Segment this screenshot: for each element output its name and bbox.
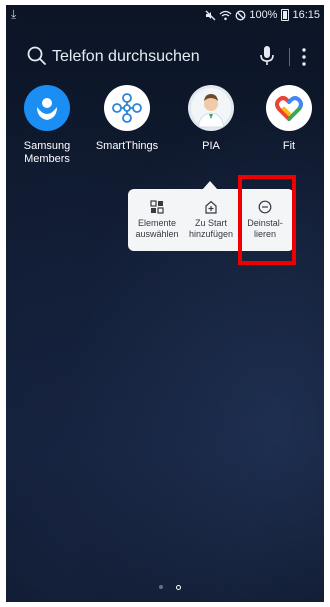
samsung-members-icon[interactable] (24, 85, 70, 131)
menu-item-add-to-home[interactable]: Zu Start hinzufügen (184, 189, 238, 251)
battery-percent: 100% (249, 9, 278, 21)
search-input[interactable]: Telefon durchsuchen (52, 48, 200, 66)
app-label: Fit (282, 140, 296, 152)
app-smartthings[interactable]: SmartThings (92, 85, 162, 153)
app-label: PIA (202, 140, 220, 152)
microphone-icon[interactable] (258, 45, 276, 67)
add-to-home-icon[interactable] (204, 200, 218, 214)
do-not-disturb-icon (235, 10, 246, 20)
more-options-icon[interactable] (301, 47, 307, 67)
clock-time: 16:15 (292, 9, 320, 21)
menu-item-label: Deinstal- lieren (247, 218, 283, 239)
app-context-menu: Elemente auswählen Zu Start hinzufügen D… (128, 189, 294, 251)
app-label: SmartThings (95, 140, 159, 152)
search-icon[interactable] (26, 45, 48, 67)
pia-icon[interactable] (188, 85, 234, 131)
battery-icon (281, 9, 290, 21)
app-label: Samsung Members (23, 140, 71, 165)
app-pia[interactable]: PIA (176, 85, 246, 153)
mute-icon (205, 10, 216, 20)
status-bar: ⤓ 100% 16:15 (6, 5, 324, 27)
home-screen: ⤓ 100% 16:15 Telefon durchsuchen Samsung… (6, 5, 324, 602)
download-arrow-icon: ⤓ (11, 7, 17, 21)
select-items-icon[interactable] (150, 200, 164, 214)
search-bar[interactable]: Telefon durchsuchen (16, 39, 316, 75)
app-samsung-members[interactable]: Samsung Members (12, 85, 82, 166)
menu-item-label: Zu Start hinzufügen (188, 218, 234, 239)
uninstall-icon[interactable] (258, 200, 272, 214)
page-indicator-dot[interactable] (159, 585, 163, 589)
menu-item-uninstall[interactable]: Deinstal- lieren (238, 189, 292, 251)
menu-item-label: Elemente auswählen (135, 218, 179, 239)
menu-item-select-items[interactable]: Elemente auswählen (130, 189, 184, 251)
wifi-icon (219, 10, 232, 20)
page-indicator-dot-active[interactable] (176, 585, 181, 590)
smartthings-icon[interactable] (104, 85, 150, 131)
app-google-fit[interactable]: Fit (254, 85, 324, 153)
google-fit-icon[interactable] (266, 85, 312, 131)
search-divider (289, 48, 290, 66)
